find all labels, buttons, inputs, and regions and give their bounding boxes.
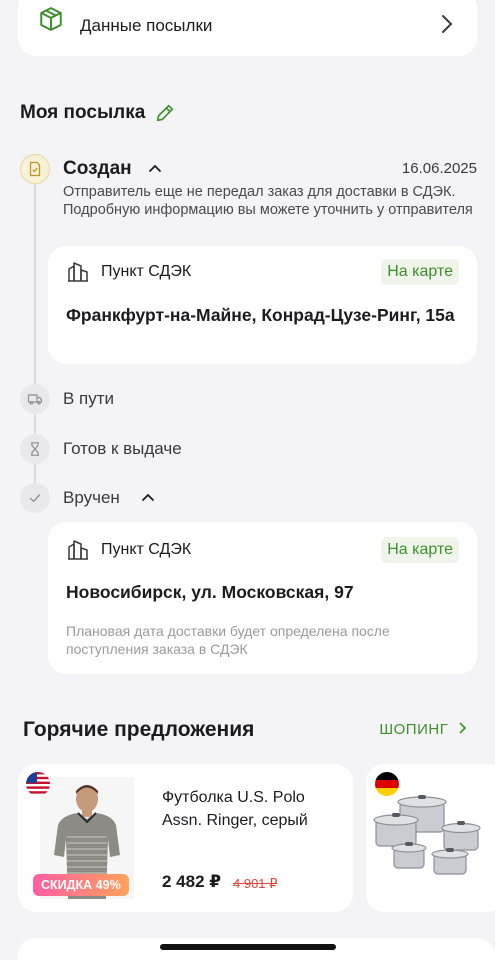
cookware-product-image	[373, 795, 481, 875]
chevron-up-icon[interactable]	[148, 163, 162, 173]
chevron-right-icon	[442, 15, 453, 33]
product-card[interactable]: СКИДКА 49% Футболка U.S. Polo Assn. Ring…	[18, 764, 353, 912]
building-icon	[68, 262, 88, 282]
pickup-address: Франкфурт-на-Майне, Конрад-Цузе-Ринг, 15…	[66, 305, 455, 325]
pickup-point-label: Пункт СДЭК	[101, 263, 192, 280]
pickup-point-card-destination: Пункт СДЭК На карте Новосибирск, ул. Мос…	[48, 522, 477, 674]
on-map-button[interactable]: На карте	[381, 537, 459, 563]
pickup-point-label: Пункт СДЭК	[101, 541, 192, 558]
timeline-line	[34, 414, 36, 434]
pickup-address: Новосибирск, ул. Московская, 97	[66, 582, 354, 602]
step-created-description: Отправитель еще не передал заказ для дос…	[63, 184, 473, 218]
shopping-link-label: ШОПИНГ	[379, 721, 449, 738]
package-icon	[40, 7, 62, 31]
pickup-point-card-origin: Пункт СДЭК На карте Франкфурт-на-Майне, …	[48, 246, 477, 364]
check-icon	[29, 494, 41, 503]
product-old-price: 4 901 ₽	[233, 876, 278, 891]
step-delivered-title[interactable]: Вручен	[63, 488, 120, 508]
timeline-line	[34, 464, 36, 484]
us-flag-icon	[26, 772, 50, 796]
building-icon	[68, 540, 88, 560]
de-flag-icon	[375, 772, 399, 796]
chevron-right-icon	[459, 722, 467, 734]
step-in-transit-title: В пути	[63, 389, 115, 408]
edit-pencil-icon[interactable]	[154, 102, 176, 124]
product-card[interactable]	[366, 764, 495, 912]
delivery-date-note: Плановая дата доставки будет определена …	[66, 623, 390, 657]
step-created-node	[20, 154, 50, 184]
parcel-data-row[interactable]: Данные посылки	[18, 0, 477, 56]
step-in-transit-node	[20, 384, 50, 414]
hourglass-icon	[31, 442, 39, 456]
hot-offers-title: Горячие предложения	[23, 718, 255, 741]
home-indicator[interactable]	[160, 944, 336, 950]
step-ready-node	[20, 434, 50, 464]
discount-badge: СКИДКА 49%	[33, 874, 129, 896]
step-created-date: 16.06.2025	[401, 160, 477, 177]
step-delivered-node	[20, 483, 50, 513]
step-created-title[interactable]: Создан	[63, 158, 132, 180]
timeline-line	[34, 184, 36, 384]
document-check-icon	[29, 161, 41, 177]
shopping-link[interactable]: ШОПИНГ	[379, 721, 467, 738]
step-ready-title: Готов к выдаче	[63, 439, 182, 458]
product-price: 2 482 ₽	[162, 872, 222, 891]
parcel-data-label: Данные посылки	[80, 16, 213, 35]
chevron-up-icon[interactable]	[141, 492, 155, 502]
product-name: Футболка U.S. Polo Assn. Ringer, серый	[162, 789, 308, 829]
on-map-button[interactable]: На карте	[381, 259, 459, 285]
my-parcel-title: Моя посылка	[20, 102, 146, 123]
truck-icon	[27, 394, 43, 405]
